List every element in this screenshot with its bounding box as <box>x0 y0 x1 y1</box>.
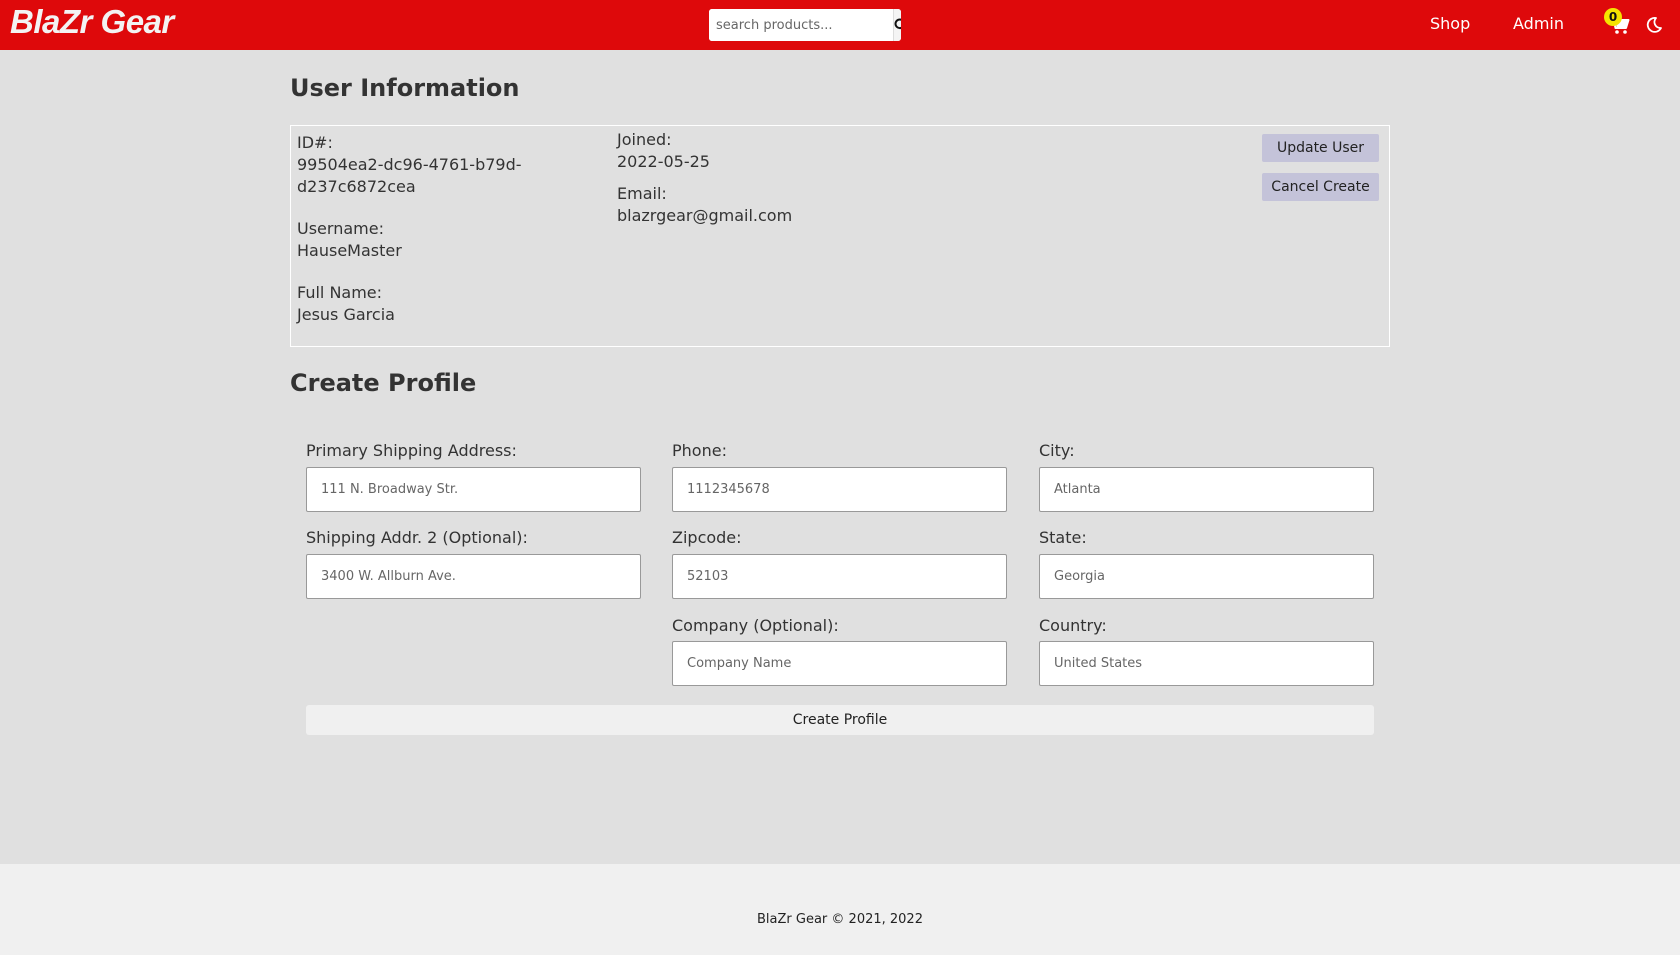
brand-logo[interactable]: BlaZr Gear <box>10 3 174 41</box>
user-info-title: User Information <box>290 74 520 102</box>
joined-value: 2022-05-25 <box>617 152 710 171</box>
city-label: City: <box>1039 441 1075 460</box>
zipcode-input[interactable] <box>672 554 1007 599</box>
email-label: Email: <box>617 184 667 203</box>
username-group: Username: HauseMaster <box>297 218 402 262</box>
user-id-label: ID#: <box>297 133 333 152</box>
email-group: Email: blazrgear@gmail.com <box>617 183 792 227</box>
top-navbar: BlaZr Gear Shop Admin 0 <box>0 0 1680 50</box>
fullname-label: Full Name: <box>297 283 383 302</box>
nav-link-admin[interactable]: Admin <box>1513 14 1564 33</box>
fullname-group: Full Name: Jesus Garcia <box>297 282 395 326</box>
user-id-group: ID#: 99504ea2-dc96-4761-b79d- d237c6872c… <box>297 132 522 198</box>
nav-link-shop[interactable]: Shop <box>1430 14 1470 33</box>
email-value: blazrgear@gmail.com <box>617 206 793 225</box>
fullname-value: Jesus Garcia <box>297 305 395 324</box>
city-input[interactable] <box>1039 467 1374 512</box>
phone-input[interactable] <box>672 467 1007 512</box>
state-input[interactable] <box>1039 554 1374 599</box>
search-button[interactable] <box>893 9 901 41</box>
username-value: HauseMaster <box>297 241 402 260</box>
phone-label: Phone: <box>672 441 727 460</box>
joined-label: Joined: <box>617 130 672 149</box>
joined-group: Joined: 2022-05-25 <box>617 129 710 173</box>
footer-copyright: BlaZr Gear © 2021, 2022 <box>757 912 923 927</box>
search-input[interactable] <box>709 9 893 41</box>
company-input[interactable] <box>672 641 1007 686</box>
footer <box>0 864 1680 955</box>
shipping2-label: Shipping Addr. 2 (Optional): <box>306 528 528 547</box>
cancel-create-button[interactable]: Cancel Create <box>1262 173 1379 201</box>
moon-icon[interactable] <box>1645 16 1663 34</box>
country-input[interactable] <box>1039 641 1374 686</box>
search-icon <box>894 18 901 30</box>
shipping2-input[interactable] <box>306 554 641 599</box>
user-info-card: ID#: 99504ea2-dc96-4761-b79d- d237c6872c… <box>290 125 1390 347</box>
zipcode-label: Zipcode: <box>672 528 742 547</box>
cart-count-badge: 0 <box>1604 8 1622 26</box>
search-bar <box>709 9 901 41</box>
update-user-button[interactable]: Update User <box>1262 134 1379 162</box>
company-label: Company (Optional): <box>672 616 839 635</box>
create-profile-button[interactable]: Create Profile <box>306 705 1374 735</box>
create-profile-title: Create Profile <box>290 369 477 397</box>
state-label: State: <box>1039 528 1087 547</box>
shipping1-label: Primary Shipping Address: <box>306 441 517 460</box>
country-label: Country: <box>1039 616 1107 635</box>
user-id-value-line1: 99504ea2-dc96-4761-b79d- <box>297 155 522 174</box>
user-id-value-line2: d237c6872cea <box>297 177 416 196</box>
username-label: Username: <box>297 219 384 238</box>
shipping1-input[interactable] <box>306 467 641 512</box>
